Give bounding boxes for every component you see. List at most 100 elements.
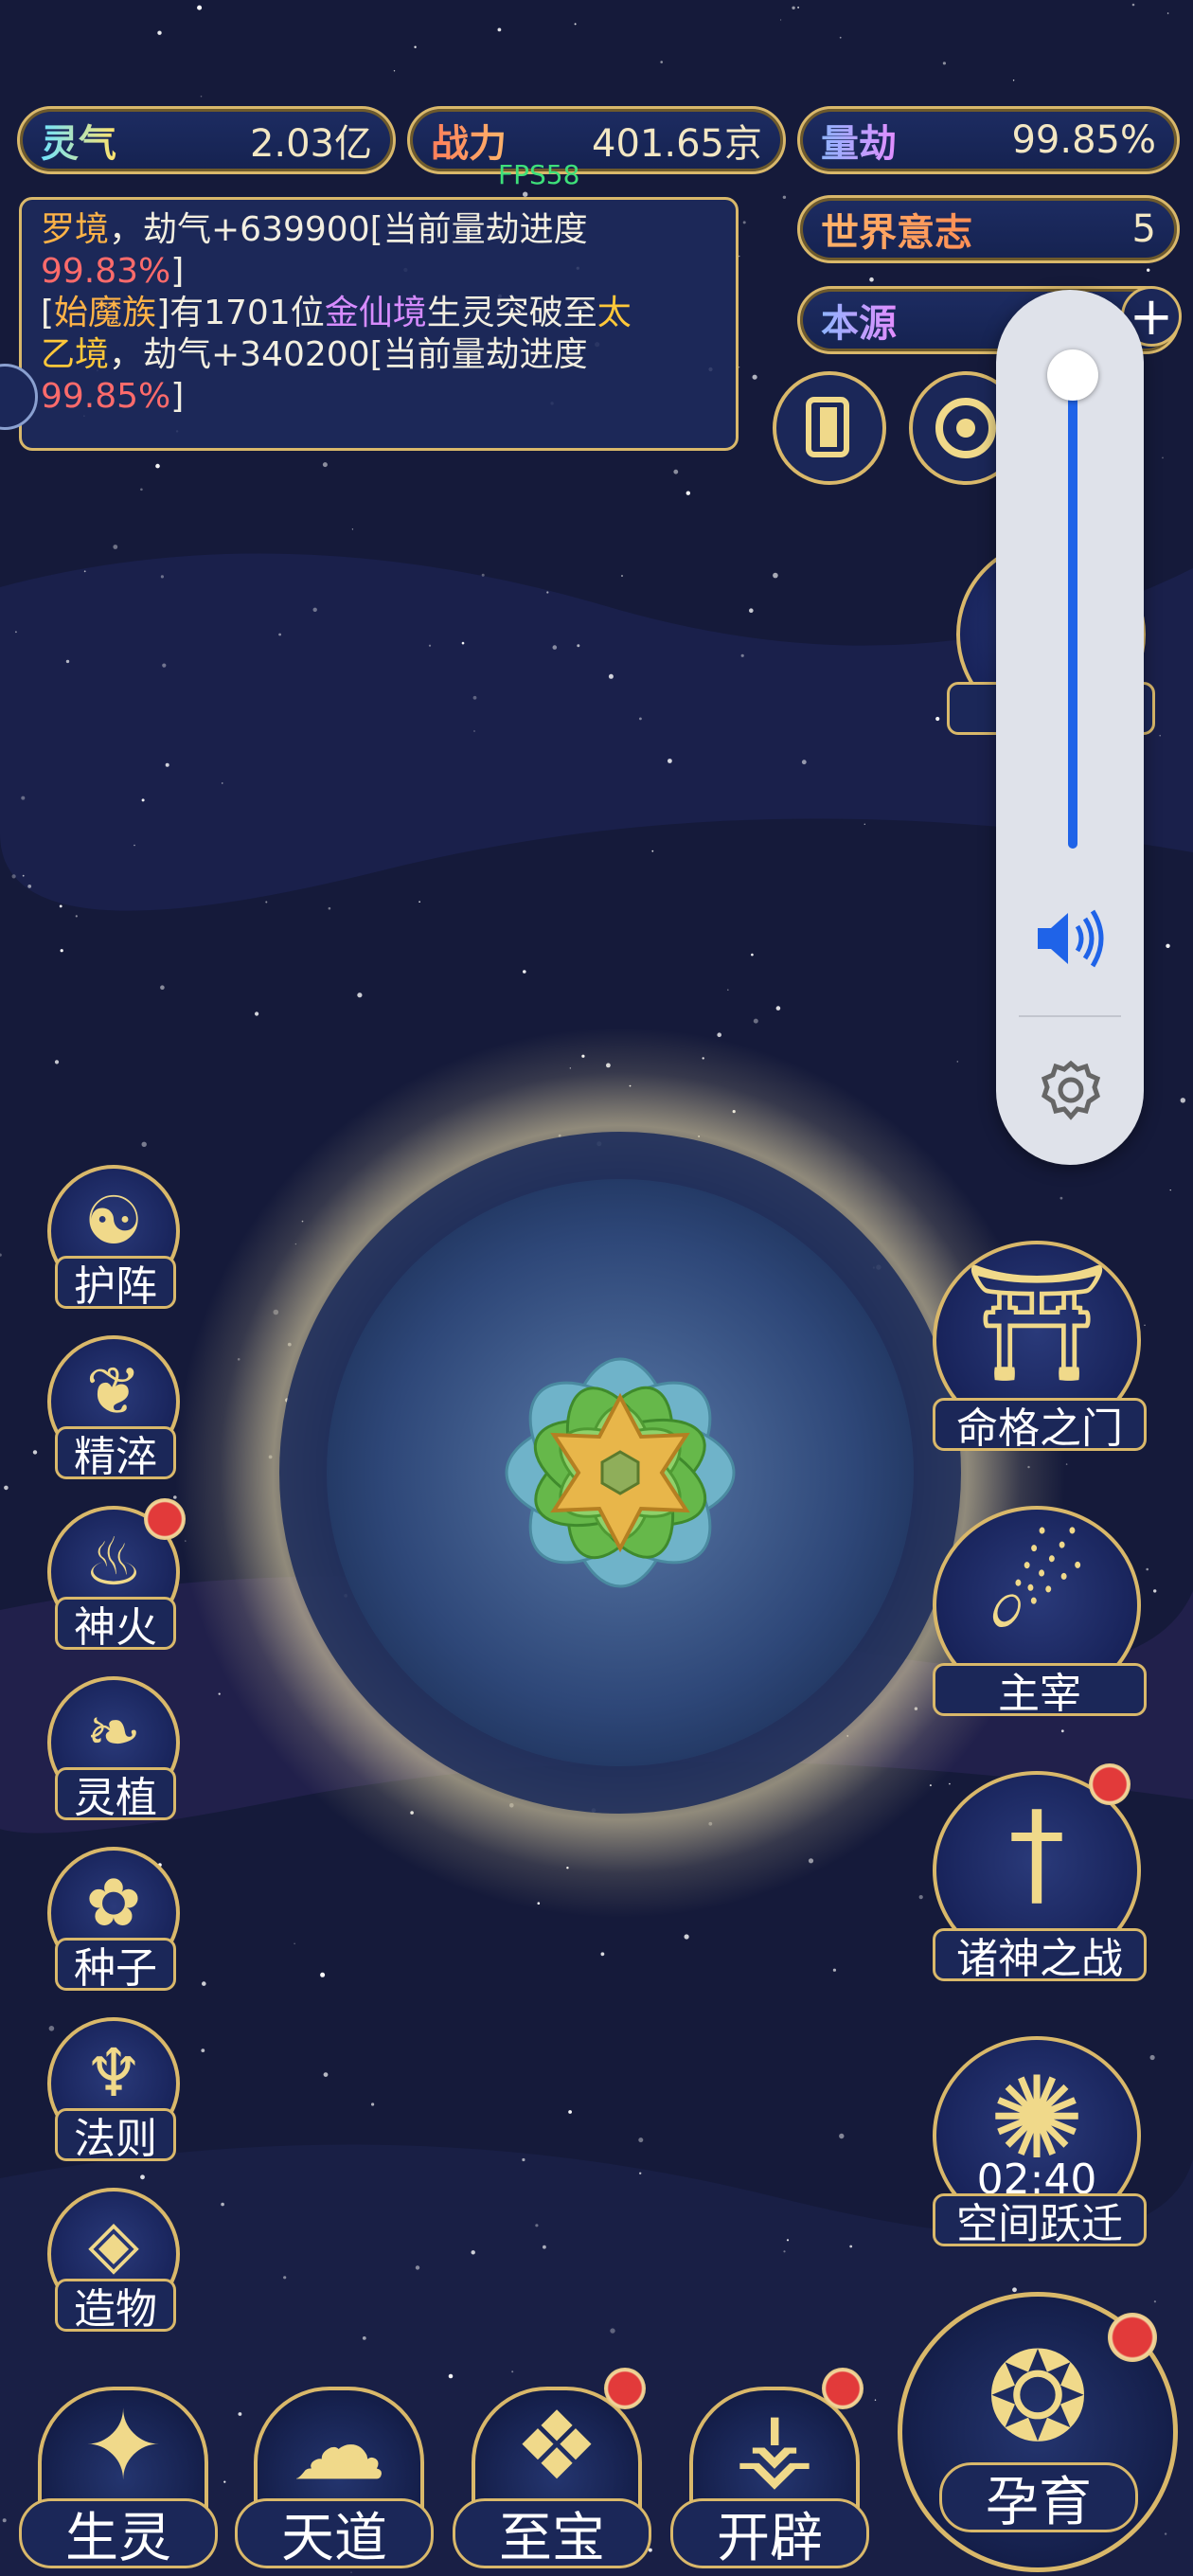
lingqi-stat[interactable]: 灵气 2.03亿 — [17, 106, 396, 174]
star — [1166, 943, 1170, 948]
star — [1159, 734, 1161, 737]
star — [1065, 1463, 1068, 1465]
zhanli-label: 战力 — [431, 113, 507, 168]
left-button-label: 种子 — [55, 1938, 176, 1993]
left-button-label: 法则 — [55, 2108, 176, 2163]
bottom-button-label: 开辟 — [670, 2498, 869, 2569]
log-progress: 99.85% — [41, 377, 171, 416]
notification-dot — [1089, 1763, 1131, 1805]
star — [577, 644, 580, 648]
event-log: 罗境，劫气+639900[当前量劫进度 99.83%] [始魔族]有1701位金… — [19, 197, 739, 451]
star — [797, 6, 800, 9]
star — [751, 953, 754, 957]
star — [197, 5, 203, 10]
star — [418, 901, 420, 903]
star — [942, 62, 947, 65]
star — [497, 27, 502, 32]
star — [780, 19, 782, 21]
bottom-button-1[interactable]: ✦ 生灵 — [19, 2387, 218, 2569]
star — [155, 463, 160, 469]
settings-gear-icon[interactable] — [1038, 1057, 1104, 1123]
card-button[interactable] — [773, 371, 886, 485]
star — [949, 1782, 951, 1785]
world-will-value: 5 — [1131, 207, 1156, 251]
star — [639, 717, 642, 721]
star — [1149, 2054, 1155, 2061]
liangjie-stat[interactable]: 量劫 99.85% — [797, 106, 1180, 174]
star — [113, 545, 118, 549]
speaker-icon[interactable] — [1032, 905, 1108, 972]
log-text: ，劫气+340200[当前量劫进度 — [109, 335, 588, 374]
log-line-1: 罗境，劫气+639900[当前量劫进度 99.83%] — [41, 209, 717, 293]
star — [511, 2370, 514, 2373]
star — [935, 716, 940, 722]
star — [740, 653, 744, 657]
star — [869, 277, 874, 282]
star — [283, 2276, 287, 2280]
flower-icon: ✿ — [85, 1864, 142, 1941]
star — [32, 1450, 38, 1455]
star — [1153, 1589, 1157, 1593]
lotus-flame-icon: ❦ — [85, 1352, 142, 1430]
log-realm: 金仙境 — [324, 294, 427, 332]
star — [393, 70, 396, 72]
star — [1153, 2300, 1156, 2303]
star — [749, 608, 754, 613]
star — [472, 695, 477, 700]
log-target-realm: 乙境 — [41, 335, 110, 374]
star — [160, 985, 165, 990]
liangjie-value: 99.85% — [1011, 118, 1156, 162]
star — [639, 2172, 642, 2174]
star — [918, 1895, 923, 1900]
dragon-icon: ☄ — [986, 1523, 1088, 1655]
star — [323, 2072, 329, 2078]
star — [1131, 3, 1135, 7]
star — [471, 2250, 475, 2255]
notification-dot — [144, 1498, 186, 1540]
log-realm-name: 罗境 — [41, 210, 110, 249]
world-will-stat[interactable]: 世界意志 5 — [797, 195, 1180, 263]
zhanli-stat[interactable]: 战力 401.65京 — [407, 106, 786, 174]
star — [782, 195, 787, 199]
star — [320, 1972, 326, 1977]
star — [1147, 268, 1150, 272]
star — [141, 1141, 147, 1148]
gate-icon: ⛩ — [964, 1258, 1110, 1389]
star — [461, 641, 465, 645]
star — [523, 970, 526, 974]
bottom-button-4[interactable]: ⚶ 开辟 — [670, 2387, 869, 2569]
star — [160, 575, 164, 579]
star — [265, 901, 268, 903]
card-icon — [806, 397, 849, 457]
star — [839, 36, 842, 39]
star — [1180, 1098, 1186, 1103]
bottom-button-3[interactable]: ❖ 至宝 — [453, 2387, 651, 2569]
star — [783, 2250, 786, 2253]
right-button-label: 命格之门 — [933, 1398, 1147, 1453]
bottom-button-label: 至宝 — [453, 2498, 651, 2569]
star — [786, 2239, 790, 2242]
lotus-world[interactable] — [383, 1236, 857, 1709]
star — [83, 570, 86, 573]
star — [849, 2245, 853, 2248]
rune-icon: ♆ — [83, 2034, 144, 2112]
star — [48, 2026, 55, 2031]
left-button-label: 护阵 — [55, 1256, 176, 1311]
volume-slider-thumb[interactable] — [1047, 349, 1098, 401]
yin-yang-icon: ☯ — [83, 1182, 144, 1260]
star — [200, 95, 203, 98]
star — [428, 644, 432, 647]
star — [956, 1061, 959, 1063]
volume-fill — [1068, 375, 1077, 849]
notification-dot — [604, 2368, 646, 2409]
star — [775, 1006, 781, 1011]
log-text: [ — [41, 294, 55, 332]
star — [11, 874, 16, 879]
cloud-swirl-icon: ☁ — [292, 2390, 386, 2501]
star — [22, 874, 25, 877]
star — [738, 255, 740, 258]
bottom-button-2[interactable]: ☁ 天道 — [235, 2387, 434, 2569]
star — [742, 221, 746, 224]
log-text: ] — [170, 377, 185, 416]
world-will-label: 世界意志 — [821, 202, 972, 257]
